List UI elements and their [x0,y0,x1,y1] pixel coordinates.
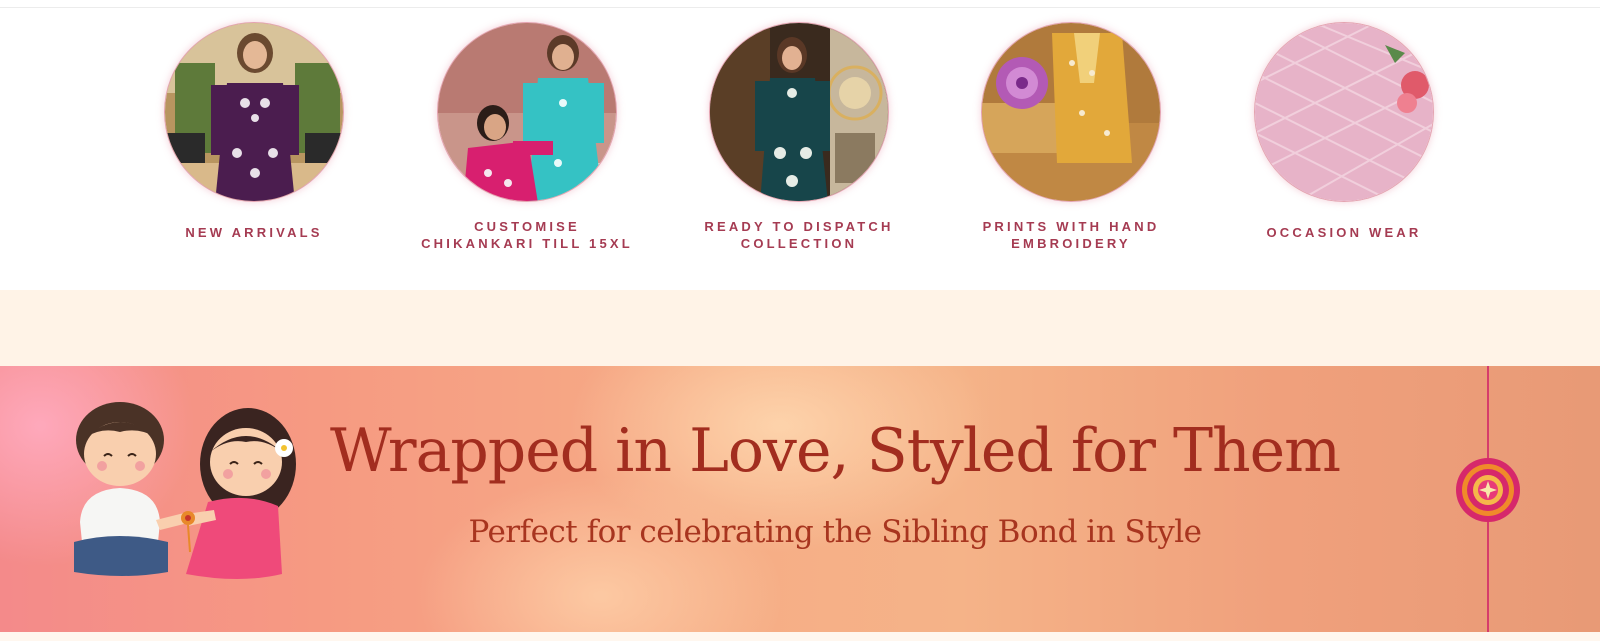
category-label: OCCASION WEAR [1266,225,1422,240]
ready-to-dispatch-photo[interactable] [709,22,889,202]
bottom-strip [0,632,1600,641]
new-arrivals-photo-art [165,23,343,201]
raksha-bandhan-banner[interactable]: Wrapped in Love, Styled for Them Perfect… [0,366,1600,632]
banner-title: Wrapped in Love, Styled for Them [329,416,1341,486]
customise-chikankari-photo[interactable] [437,22,617,202]
new-arrivals-photo[interactable] [164,22,344,202]
occasion-wear-photo-art [1255,23,1433,201]
page: NEW ARRIVALS CUSTOMISE CHIKANKARI TILL 1… [0,0,1600,641]
section-spacer [0,290,1600,366]
category-ready-to-dispatch[interactable]: READY TO DISPATCH COLLECTION [689,22,909,252]
category-label: READY TO DISPATCH COLLECTION [704,219,894,251]
category-label: PRINTS WITH HAND EMBROIDERY [982,219,1160,251]
banner-subtitle: Perfect for celebrating the Sibling Bond… [468,514,1202,550]
ready-to-dispatch-photo-art [710,23,888,201]
prints-hand-embroidery-photo-art [982,23,1160,201]
rakhi-icon [1456,458,1520,522]
category-strip: NEW ARRIVALS CUSTOMISE CHIKANKARI TILL 1… [0,8,1600,290]
category-prints-hand-embroidery[interactable]: PRINTS WITH HAND EMBROIDERY [961,22,1181,252]
occasion-wear-photo[interactable] [1254,22,1434,202]
category-occasion-wear[interactable]: OCCASION WEAR [1234,22,1454,241]
prints-hand-embroidery-photo[interactable] [981,22,1161,202]
category-label: NEW ARRIVALS [185,225,323,240]
category-new-arrivals[interactable]: NEW ARRIVALS [144,22,364,241]
category-customise-chikankari[interactable]: CUSTOMISE CHIKANKARI TILL 15XL [417,22,637,252]
category-label: CUSTOMISE CHIKANKARI TILL 15XL [421,219,633,251]
customise-chikankari-photo-art [438,23,616,201]
